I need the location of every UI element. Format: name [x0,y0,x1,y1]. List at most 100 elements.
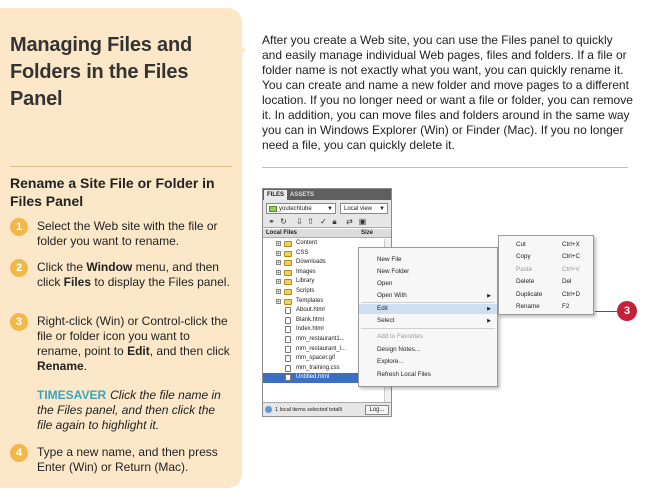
submenu-item[interactable]: Duplicate Ctrl+D [499,289,593,301]
expand-plus-icon[interactable]: + [276,298,281,304]
status-info-icon [265,406,272,413]
file-name: mm_spacer.gif [296,355,336,362]
context-menu-item[interactable]: Edit ▶ [359,304,497,314]
file-icon [285,355,291,363]
context-menu-label: Edit [377,305,388,312]
file-icon [285,335,291,343]
menu-separator [361,328,495,329]
file-name: Templates [296,297,324,304]
file-name: CSS [296,249,309,256]
step-text: Type a new name, and then press Enter (W… [37,445,232,475]
expand-plus-icon[interactable]: + [276,288,281,294]
step-keyword: Window [86,260,133,274]
expand-plus-icon[interactable]: + [276,250,281,256]
refresh-icon[interactable]: ↻ [279,217,288,226]
step-text-run: to display the Files panel. [91,275,230,289]
step-keyword: Files [63,275,92,289]
submenu-label: Rename [516,303,540,310]
context-menu-item[interactable]: New File [359,255,497,265]
submenu-label: Duplicate [516,290,543,298]
step-text-run: Type a new name, and then press Enter (W… [37,445,218,474]
context-menu-label: Design Notes... [377,346,421,353]
file-name: Blank.html [296,316,325,323]
tab-files[interactable]: FILES [264,190,288,200]
file-name: mm_restaurant_l... [296,345,347,352]
folder-icon [284,260,292,267]
file-name: Scripts [296,287,315,294]
get-files-icon[interactable]: ⇩ [295,217,304,226]
file-name: Library [296,278,315,285]
submenu-shortcut: Ctrl+X [562,241,580,248]
intro-divider [262,167,628,168]
expand-plus-icon[interactable]: + [276,260,281,266]
step-keyword: Edit [127,344,150,358]
submenu-shortcut: Del [562,278,572,286]
context-menu-item[interactable]: Open With ▶ [359,291,497,301]
folder-icon [284,288,292,295]
header-size: Size [361,230,374,236]
submenu-shortcut: Ctrl+C [562,253,581,261]
check-in-icon[interactable]: 🔒︎ [330,217,339,226]
site-select[interactable]: youtechtube ▼ [266,203,336,214]
put-files-icon[interactable]: ⇧ [306,217,315,226]
section-heading: Rename a Site File or Folder in Files Pa… [10,175,215,209]
submenu-label: Paste [516,265,533,273]
context-menu-label: Add to Favorites [377,333,423,340]
view-select[interactable]: Local view ▼ [340,203,388,214]
context-menu: New File New Folder Open Open With ▶ Edit ▶ Sel… [358,247,498,387]
callout-badge: 3 [617,301,637,321]
tab-assets[interactable]: ASSETS [287,190,317,200]
context-menu-label: Refresh Local Files [377,371,431,378]
submenu-item[interactable]: Paste Ctrl+V [499,264,593,276]
expand-plus-icon[interactable]: + [276,279,281,285]
step-number-badge: 2 [10,259,28,277]
site-select-value: youtechtube [279,206,312,212]
step-text-run: Select the Web site with the file or fol… [37,219,218,248]
step-text: Select the Web site with the file or fol… [37,219,232,249]
context-menu-item[interactable]: Add to Favorites [359,332,497,342]
log-button[interactable]: Log... [365,405,389,415]
check-out-icon[interactable]: ✓ [319,217,328,226]
context-menu-item[interactable]: Explore... [359,357,497,367]
submenu-item[interactable]: Copy Ctrl+C [499,251,593,263]
context-menu-item[interactable]: Refresh Local Files [359,370,497,380]
step-number-badge: 1 [10,218,28,236]
file-icon [285,364,291,372]
timesaver-tip: TIMESAVER Click the file name in the File… [37,388,227,433]
file-icon [285,316,291,324]
status-text: 1 local items selected totalli [275,407,342,413]
expand-plus-icon[interactable]: + [276,241,281,247]
step-text-run: , and then click [149,344,230,358]
step-number-badge: 3 [10,313,28,331]
context-menu-label: New File [377,256,402,263]
submenu-label: Cut [516,241,526,248]
context-menu-item[interactable]: Design Notes... [359,345,497,355]
step-text: Click the Window menu, and then click Fi… [37,260,232,290]
file-name: About.html [296,307,325,314]
folder-icon [284,298,292,305]
context-menu-label: Open With [377,292,407,299]
file-icon [285,345,291,353]
context-menu-label: Select [377,317,395,324]
context-menu-item[interactable]: Open [359,279,497,289]
expand-icon[interactable]: ▣ [358,217,367,226]
submenu-arrow-icon: ▶ [487,318,491,324]
submenu-label: Delete [516,278,535,286]
chevron-down-icon: ▼ [379,206,385,212]
context-menu-label: New Folder [377,268,410,275]
expand-plus-icon[interactable]: + [276,269,281,275]
file-name: mm_training.css [296,364,340,371]
context-menu-item[interactable]: New Folder [359,267,497,277]
panel-tab-bar: FILES ASSETS [263,189,391,200]
submenu-item[interactable]: Cut Ctrl+X [499,239,593,251]
header-local-files: Local Files [266,230,298,236]
synchronize-icon[interactable]: ⇄ [345,217,354,226]
submenu-item[interactable]: Rename F2 [499,301,593,313]
file-icon [285,374,291,382]
submenu-arrow-icon: ▶ [487,306,491,312]
connect-icon[interactable]: ⚭ [267,217,276,226]
submenu-item[interactable]: Delete Del [499,276,593,288]
step-text-run: Click the [37,260,87,274]
context-menu-label: Explore... [377,358,404,365]
context-menu-item[interactable]: Select ▶ [359,316,497,326]
